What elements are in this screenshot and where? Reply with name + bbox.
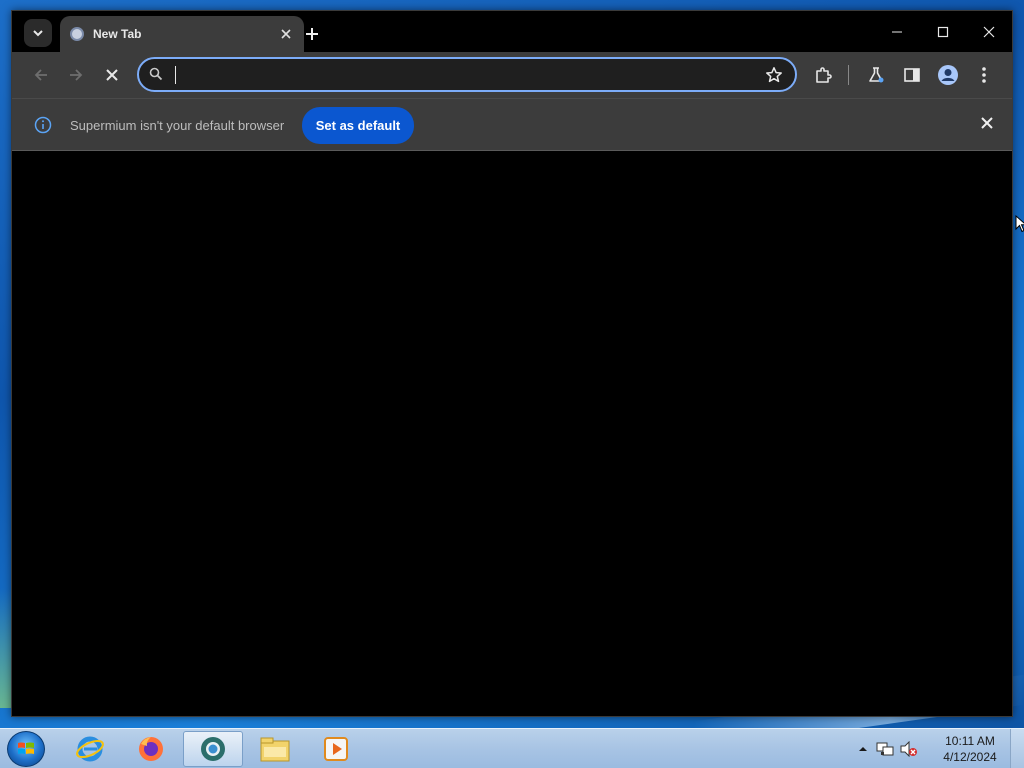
- profile-button[interactable]: [936, 63, 960, 87]
- system-tray: 10:11 AM 4/12/2024: [854, 729, 1024, 768]
- side-panel-icon: [904, 68, 920, 82]
- extensions-button[interactable]: [811, 63, 835, 87]
- default-browser-infobar: Supermium isn't your default browser Set…: [12, 98, 1012, 151]
- chevron-down-icon: [33, 30, 43, 37]
- close-window-button[interactable]: [966, 11, 1012, 52]
- search-icon: [149, 67, 163, 86]
- new-tab-button[interactable]: [300, 22, 324, 46]
- menu-button[interactable]: [972, 63, 996, 87]
- forward-arrow-icon: [70, 69, 83, 81]
- address-input[interactable]: [179, 65, 739, 85]
- file-explorer-icon: [260, 737, 290, 762]
- profile-avatar-icon: [938, 65, 958, 85]
- taskbar-media-player[interactable]: [306, 731, 366, 767]
- labs-flask-icon: [869, 67, 884, 83]
- volume-muted-icon[interactable]: [900, 740, 918, 762]
- media-player-icon: [324, 737, 348, 761]
- clock-time: 10:11 AM: [945, 734, 995, 748]
- supermium-icon: [201, 737, 225, 761]
- forward-button[interactable]: [64, 63, 88, 87]
- taskbar-supermium[interactable]: [183, 731, 243, 767]
- extensions-icon: [816, 67, 832, 83]
- plus-icon: [306, 28, 318, 40]
- set-as-default-button[interactable]: Set as default: [302, 107, 414, 144]
- labs-button[interactable]: [864, 63, 888, 87]
- page-content-area[interactable]: [18, 151, 1006, 712]
- stop-button[interactable]: [100, 63, 124, 87]
- tab-close-icon[interactable]: [278, 26, 294, 42]
- tab-strip: New Tab: [12, 11, 1012, 52]
- taskbar-file-explorer[interactable]: [245, 731, 305, 767]
- menu-kebab-icon: [982, 67, 986, 83]
- bookmark-star-icon[interactable]: [765, 66, 783, 89]
- show-desktop-button[interactable]: [1010, 729, 1024, 768]
- back-button[interactable]: [29, 63, 53, 87]
- taskbar: 10:11 AM 4/12/2024: [0, 728, 1024, 768]
- info-icon: [34, 116, 52, 139]
- taskbar-internet-explorer[interactable]: [60, 731, 120, 767]
- address-bar[interactable]: [137, 57, 797, 92]
- tab-search-button[interactable]: [24, 19, 52, 47]
- taskbar-firefox[interactable]: [121, 731, 181, 767]
- windows-logo-icon: [18, 742, 34, 754]
- maximize-icon: [937, 26, 949, 37]
- text-caret: [175, 66, 176, 84]
- maximize-button[interactable]: [920, 11, 966, 52]
- close-icon: [983, 26, 995, 37]
- infobar-message: Supermium isn't your default browser: [70, 118, 285, 133]
- side-panel-button[interactable]: [900, 63, 924, 87]
- system-clock[interactable]: 10:11 AM 4/12/2024: [940, 733, 1000, 765]
- browser-toolbar: [12, 52, 1012, 98]
- clock-date: 4/12/2024: [943, 750, 997, 764]
- window-controls: [874, 11, 1012, 52]
- minimize-icon: [892, 31, 902, 32]
- start-button[interactable]: [7, 731, 45, 767]
- mouse-cursor-icon: [1015, 215, 1024, 233]
- tab-title: New Tab: [93, 27, 142, 41]
- network-icon[interactable]: [876, 741, 894, 762]
- toolbar-separator: [848, 65, 849, 85]
- supermium-favicon-icon: [70, 27, 84, 41]
- infobar-close-icon[interactable]: [980, 116, 994, 135]
- internet-explorer-icon: [76, 736, 104, 762]
- back-arrow-icon: [34, 69, 47, 81]
- firefox-icon: [139, 737, 163, 761]
- show-hidden-icons-icon[interactable]: [858, 741, 868, 759]
- tab-new-tab[interactable]: New Tab: [60, 16, 304, 52]
- stop-loading-icon: [106, 69, 118, 81]
- browser-window: New Tab Supermium isn't your default bro…: [11, 10, 1013, 717]
- minimize-button[interactable]: [874, 11, 920, 52]
